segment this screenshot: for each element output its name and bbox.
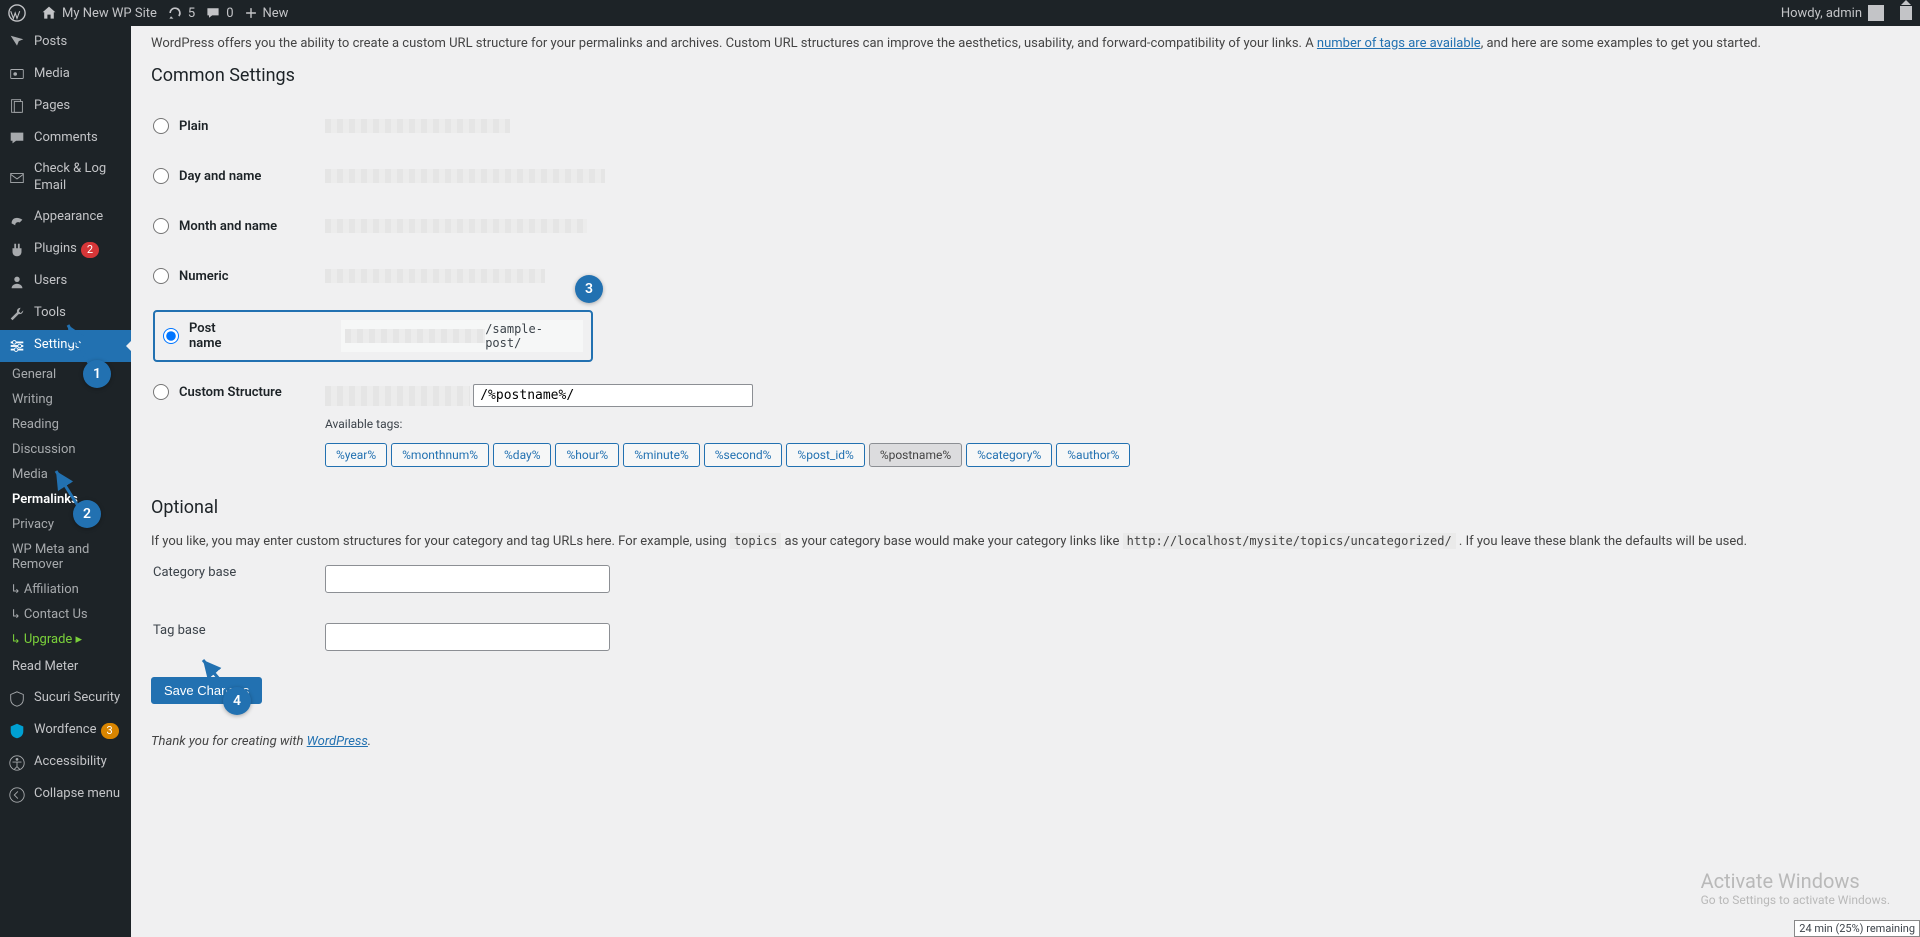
custom-structure-input[interactable] <box>473 384 753 407</box>
sub-media[interactable]: Media <box>0 462 131 487</box>
radio-plain[interactable] <box>153 118 169 134</box>
site-link[interactable]: My New WP Site <box>41 5 157 21</box>
example-postname-prefix <box>345 329 485 343</box>
example-monthname <box>325 219 587 233</box>
tag-second[interactable]: %second% <box>704 443 783 467</box>
menu-settings[interactable]: Settings <box>0 330 131 362</box>
avatar <box>1868 5 1884 21</box>
sub-writing[interactable]: Writing <box>0 387 131 412</box>
available-tags-label: Available tags: <box>325 417 1888 431</box>
tags-help-link[interactable]: number of tags are available <box>1317 36 1481 51</box>
site-name: My New WP Site <box>62 6 157 21</box>
settings-submenu: General Writing Reading Discussion Media… <box>0 362 131 652</box>
sub-privacy[interactable]: Privacy <box>0 512 131 537</box>
option-plain[interactable]: Plain <box>153 118 208 134</box>
menu-wordfence[interactable]: Wordfence3 <box>0 715 131 747</box>
adminbar: My New WP Site 5 0 New Howdy, admin <box>0 0 1920 26</box>
option-numeric[interactable]: Numeric <box>153 268 229 284</box>
tag-monthnum[interactable]: %monthnum% <box>391 443 489 467</box>
menu-readmeter[interactable]: Read Meter <box>0 652 131 683</box>
tag-hour[interactable]: %hour% <box>555 443 619 467</box>
menu-users[interactable]: Users <box>0 266 131 298</box>
menu-accessibility[interactable]: Accessibility <box>0 747 131 779</box>
radio-postname[interactable] <box>163 328 179 344</box>
menu-posts[interactable]: Posts <box>0 26 131 58</box>
menu-tools[interactable]: Tools <box>0 298 131 330</box>
updates-link[interactable]: 5 <box>167 5 195 21</box>
menu-comments[interactable]: Comments <box>0 122 131 154</box>
option-postname-box: Post name /sample-post/ <box>153 310 593 362</box>
save-button[interactable]: Save Changes <box>151 677 262 704</box>
new-link[interactable]: New <box>244 6 289 21</box>
sub-discussion[interactable]: Discussion <box>0 437 131 462</box>
example-numeric <box>325 269 545 283</box>
tag-day[interactable]: %day% <box>493 443 551 467</box>
option-monthname[interactable]: Month and name <box>153 218 277 234</box>
tag-base-input[interactable] <box>325 623 610 651</box>
example-dayname <box>325 169 605 183</box>
wp-logo[interactable] <box>8 4 31 22</box>
sub-contact[interactable]: ↳Contact Us <box>0 602 131 627</box>
tag-minute[interactable]: %minute% <box>623 443 700 467</box>
comments-link[interactable]: 0 <box>205 5 233 21</box>
menu-media[interactable]: Media <box>0 58 131 90</box>
admin-menu: Posts Media Pages Comments Check & Log E… <box>0 26 131 937</box>
example-postname: /sample-post/ <box>485 322 579 350</box>
intro-text: WordPress offers you the ability to crea… <box>151 36 1900 51</box>
tag-base-label: Tag base <box>153 609 323 665</box>
menu-plugins[interactable]: Plugins2 <box>0 234 131 266</box>
radio-dayname[interactable] <box>153 168 169 184</box>
common-settings-heading: Common Settings <box>151 65 1900 86</box>
tag-post_id[interactable]: %post_id% <box>786 443 864 467</box>
radio-custom[interactable] <box>153 384 169 400</box>
scroll-indicator <box>1900 6 1912 20</box>
option-dayname[interactable]: Day and name <box>153 168 261 184</box>
sub-wpmeta[interactable]: WP Meta and Remover <box>0 537 131 577</box>
menu-checklog[interactable]: Check & Log Email <box>0 154 131 202</box>
tag-postname[interactable]: %postname% <box>869 443 962 467</box>
wordfence-badge: 3 <box>101 723 119 739</box>
sub-reading[interactable]: Reading <box>0 412 131 437</box>
optional-heading: Optional <box>151 497 1900 518</box>
example-plain <box>325 119 510 133</box>
category-base-input[interactable] <box>325 565 610 593</box>
tag-year[interactable]: %year% <box>325 443 387 467</box>
sub-general[interactable]: General <box>0 362 131 387</box>
radio-numeric[interactable] <box>153 268 169 284</box>
content-area: WordPress offers you the ability to crea… <box>131 26 1920 937</box>
option-custom[interactable]: Custom Structure <box>153 384 282 400</box>
sub-affiliation[interactable]: ↳Affiliation <box>0 577 131 602</box>
howdy[interactable]: Howdy, admin <box>1781 5 1884 21</box>
wordpress-link[interactable]: WordPress <box>307 734 368 749</box>
option-postname[interactable]: Post name <box>163 321 251 351</box>
tags-row: %year%%monthnum%%day%%hour%%minute%%seco… <box>325 437 1888 467</box>
menu-pages[interactable]: Pages <box>0 90 131 122</box>
tag-author[interactable]: %author% <box>1056 443 1130 467</box>
sub-permalinks[interactable]: Permalinks <box>0 487 131 512</box>
new-label: New <box>263 6 289 21</box>
optional-desc: If you like, you may enter custom struct… <box>151 534 1900 549</box>
sub-upgrade[interactable]: ↳Upgrade <box>0 627 131 652</box>
plugins-badge: 2 <box>81 242 99 258</box>
comments-count: 0 <box>226 6 233 21</box>
custom-prefix <box>325 386 470 406</box>
footer-thanks: Thank you for creating with WordPress. <box>151 734 1900 749</box>
updates-count: 5 <box>188 6 195 21</box>
battery-indicator: 24 min (25%) remaining <box>1794 920 1920 937</box>
category-base-label: Category base <box>153 551 323 607</box>
menu-sucuri[interactable]: Sucuri Security <box>0 683 131 715</box>
tag-category[interactable]: %category% <box>966 443 1052 467</box>
radio-monthname[interactable] <box>153 218 169 234</box>
menu-appearance[interactable]: Appearance <box>0 202 131 234</box>
menu-collapse[interactable]: Collapse menu <box>0 779 131 811</box>
